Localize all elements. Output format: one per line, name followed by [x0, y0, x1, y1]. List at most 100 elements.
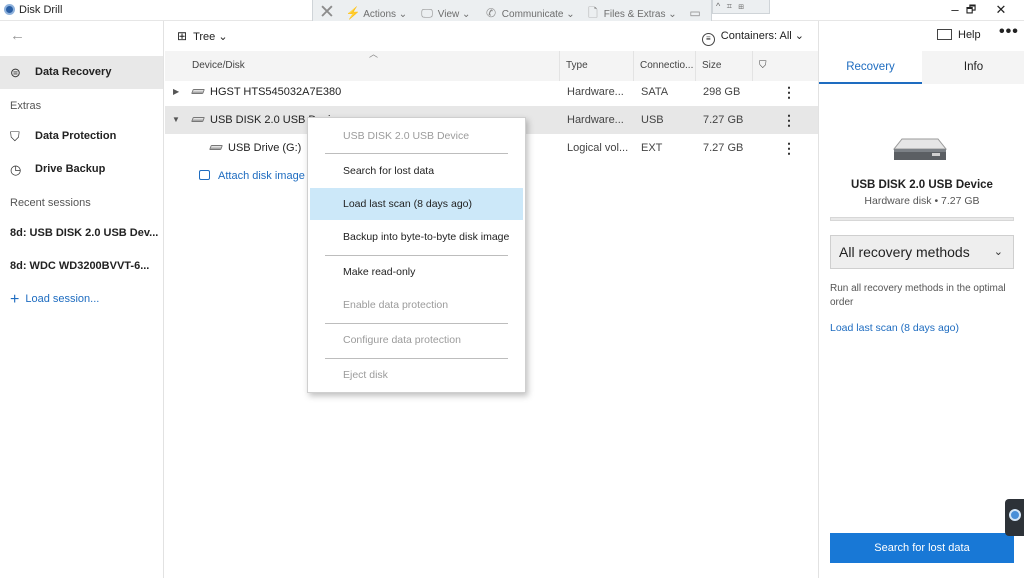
app-title: Disk Drill: [19, 4, 63, 16]
actions-label: Actions: [363, 9, 397, 20]
device-type: Logical vol...: [567, 142, 629, 154]
more-menu-icon[interactable]: •••: [999, 23, 1019, 41]
plus-icon: +: [10, 291, 20, 308]
menu-item-load-last-scan[interactable]: Load last scan (8 days ago): [310, 188, 523, 220]
load-last-scan-link[interactable]: Load last scan (8 days ago): [830, 322, 959, 334]
recovery-method-description: Run all recovery methods in the optimal …: [830, 283, 1006, 308]
column-protection[interactable]: ⛉: [752, 51, 818, 81]
device-connection: USB: [641, 114, 664, 126]
extras-heading: Extras: [10, 100, 42, 112]
more-options-icon[interactable]: ⋮: [782, 134, 796, 162]
search-lost-data-button[interactable]: Search for lost data: [830, 533, 1014, 563]
device-type: Hardware...: [567, 114, 624, 126]
clock-icon: ◷: [10, 162, 22, 177]
device-name-heading: USB DISK 2.0 USB Device: [851, 179, 993, 191]
files-icon: 🗋: [588, 6, 598, 20]
containers-filter[interactable]: ≡ Containers: All ⌄: [701, 29, 804, 46]
recovery-methods-dropdown[interactable]: All recovery methods ⌄: [830, 235, 1014, 269]
column-device[interactable]: Device/Disk: [165, 51, 559, 81]
files-extras-label: Files & Extras: [603, 9, 666, 20]
nav-data-protection[interactable]: ⛉ Data Protection: [0, 120, 163, 153]
app-logo-icon: [4, 4, 15, 15]
device-size: 7.27 GB: [703, 114, 744, 126]
help-label: Help: [958, 29, 981, 41]
load-session-label: Load session...: [25, 293, 100, 305]
nav-label: Data Protection: [35, 130, 117, 142]
book-icon: [937, 29, 952, 40]
column-size[interactable]: Size: [695, 51, 752, 81]
remote-toolbar-collapse[interactable]: ^ ⌗ ⊞: [712, 0, 770, 14]
communicate-menu[interactable]: ✆ Communicate ⌄: [483, 5, 575, 22]
menu-item-configure-protection: Configure data protection: [343, 334, 461, 346]
phone-icon: ✆: [485, 6, 497, 20]
column-type[interactable]: Type: [559, 51, 633, 81]
view-label: View: [437, 9, 460, 20]
table-header: ︿ Device/Disk Type Connectio... Size ⛉: [165, 49, 818, 81]
device-name: USB Drive (G:): [228, 142, 302, 154]
shield-icon: ⛉: [10, 129, 20, 144]
tab-recovery[interactable]: Recovery: [819, 51, 922, 84]
nav-label: Data Recovery: [35, 66, 112, 78]
chevron-down-icon: ⌄: [993, 246, 1003, 258]
screen-icon[interactable]: ▭: [687, 5, 703, 22]
column-connection[interactable]: Connectio...: [633, 51, 695, 81]
communicate-label: Communicate: [501, 9, 564, 20]
menu-item-make-read-only[interactable]: Make read-only: [310, 256, 523, 288]
disk-icon: [209, 145, 223, 150]
view-mode-label: Tree: [193, 31, 216, 43]
session-item[interactable]: 8d: USB DISK 2.0 USB Dev...: [10, 227, 158, 239]
device-name: HGST HTS545032A7E380: [210, 86, 342, 98]
close-button[interactable]: ✕: [978, 0, 1024, 20]
recent-sessions-heading: Recent sessions: [10, 197, 91, 209]
menu-item-search-lost-data[interactable]: Search for lost data: [310, 155, 523, 187]
view-mode-dropdown[interactable]: ⊞ Tree ⌄: [177, 29, 228, 43]
attach-disk-image-link[interactable]: Attach disk image: [199, 170, 305, 182]
main-toolbar: ⊞ Tree ⌄ ≡ Containers: All ⌄: [165, 21, 818, 51]
more-options-icon[interactable]: ⋮: [782, 106, 796, 134]
nav-drive-backup[interactable]: ◷ Drive Backup: [0, 153, 163, 186]
remote-app-icon: [1009, 509, 1021, 521]
context-menu: USB DISK 2.0 USB Device Search for lost …: [307, 117, 526, 393]
view-menu[interactable]: 🖵 View ⌄: [419, 5, 470, 22]
session-item[interactable]: 8d: WDC WD3200BVVT-6...: [10, 260, 149, 272]
tab-info[interactable]: Info: [922, 51, 1024, 84]
right-panel: Help ••• Recovery Info USB DISK 2.0 USB …: [818, 21, 1024, 578]
back-arrow-icon[interactable]: ←: [10, 27, 25, 44]
collapse-arrow-icon[interactable]: ▼: [172, 106, 180, 134]
files-extras-menu[interactable]: 🗋 Files & Extras ⌄: [585, 5, 676, 22]
tree-icon: ⊞: [177, 29, 188, 43]
device-subtitle: Hardware disk • 7.27 GB: [864, 195, 980, 207]
expand-arrow-icon[interactable]: ▶: [173, 78, 179, 106]
disk-icon: [191, 89, 205, 94]
table-row[interactable]: ▶ HGST HTS545032A7E380 Hardware... SATA …: [165, 78, 818, 106]
menu-item-backup-disk-image[interactable]: Backup into byte-to-byte disk image: [310, 221, 523, 253]
remote-dock-tab[interactable]: [1005, 499, 1024, 536]
sidebar: ← ⊜ Data Recovery Extras ⛉ Data Protecti…: [0, 21, 164, 578]
load-session-button[interactable]: + Load session...: [10, 291, 99, 309]
device-size: 7.27 GB: [703, 142, 744, 154]
more-options-icon[interactable]: ⋮: [782, 78, 796, 106]
monitor-icon: 🖵: [421, 6, 433, 20]
attach-label: Attach disk image: [218, 170, 305, 182]
nav-label: Drive Backup: [35, 163, 106, 175]
actions-menu[interactable]: ⚡ Actions ⌄: [345, 5, 408, 22]
help-button[interactable]: Help: [937, 29, 981, 41]
recovery-method-value: All recovery methods: [839, 244, 970, 260]
usb-device-icon: [892, 138, 948, 160]
shield-icon: ⛉: [759, 60, 767, 71]
right-tabs: Recovery Info: [819, 51, 1024, 84]
device-connection: EXT: [641, 142, 663, 154]
disk-icon: [191, 117, 205, 122]
device-usage-bar: [830, 217, 1014, 221]
menu-item-enable-protection: Enable data protection: [343, 299, 449, 311]
device-size: 298 GB: [703, 86, 741, 98]
containers-label: Containers: All: [720, 30, 792, 42]
context-menu-header: USB DISK 2.0 USB Device: [343, 130, 470, 142]
nav-data-recovery[interactable]: ⊜ Data Recovery: [0, 56, 163, 89]
attach-image-icon: [199, 170, 210, 180]
menu-item-eject-disk: Eject disk: [343, 369, 388, 381]
filter-icon: ≡: [701, 33, 715, 46]
menu-divider: [325, 153, 508, 154]
device-connection: SATA: [641, 86, 669, 98]
device-type: Hardware...: [567, 86, 624, 98]
